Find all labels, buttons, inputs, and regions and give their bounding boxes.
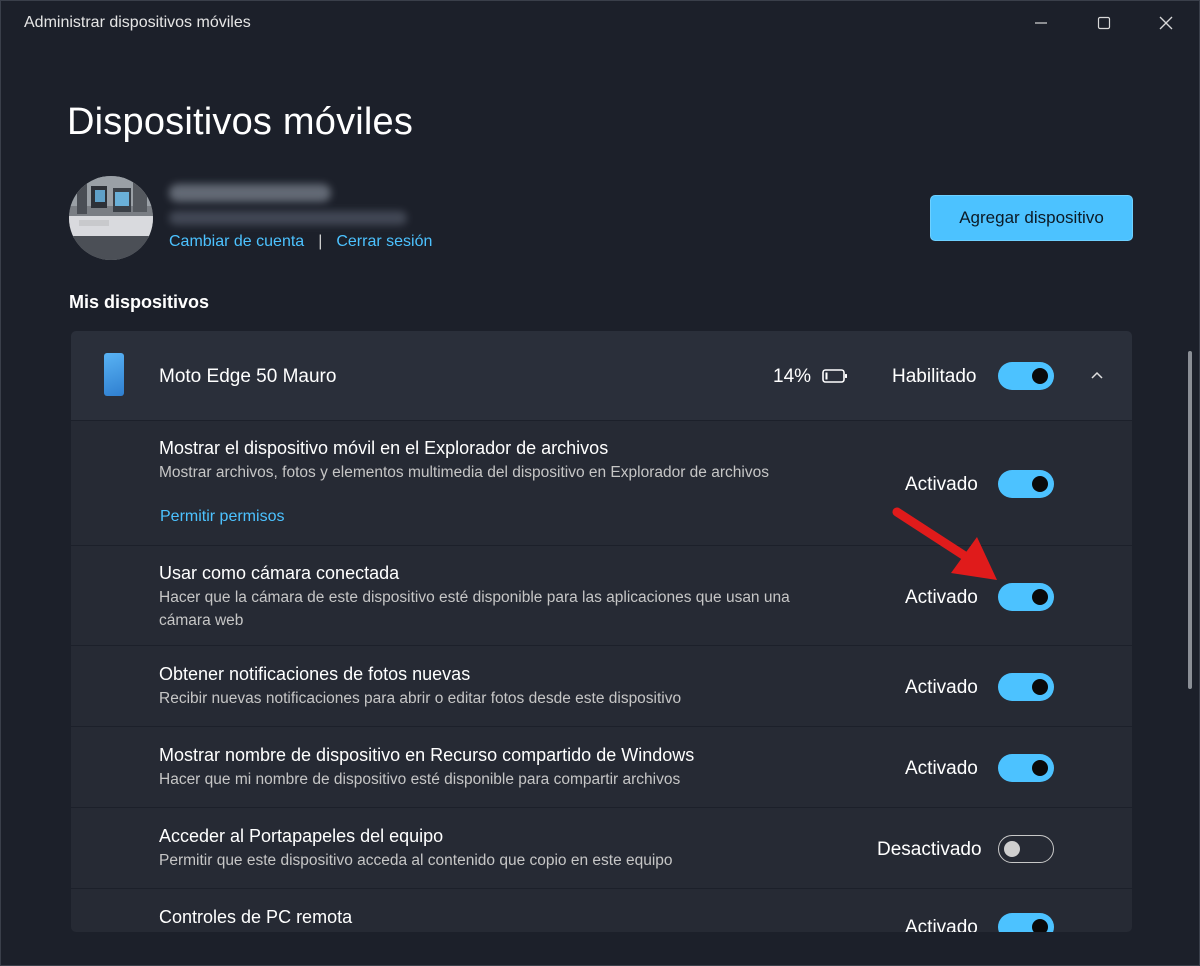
minimize-button[interactable] <box>1010 1 1072 45</box>
windows-share-toggle[interactable] <box>998 754 1054 782</box>
device-status-label: Habilitado <box>892 366 977 387</box>
setting-title: Usar como cámara conectada <box>159 563 400 583</box>
battery-icon <box>822 369 847 383</box>
setting-row-photo-notifications: Obtener notificaciones de fotos nuevas R… <box>71 646 1132 727</box>
setting-title: Mostrar nombre de dispositivo en Recurso… <box>159 745 695 765</box>
battery-percentage: 14% <box>773 366 812 387</box>
maximize-button[interactable] <box>1073 1 1135 45</box>
my-devices-heading: Mis dispositivos <box>69 292 210 312</box>
setting-title: Mostrar el dispositivo móvil en el Explo… <box>159 438 609 458</box>
close-button[interactable] <box>1135 1 1197 45</box>
setting-description: Permitir que este dispositivo acceda al … <box>159 852 673 869</box>
toggle-knob <box>1032 589 1048 605</box>
blurred-account-name <box>169 184 331 202</box>
setting-state-label: Desactivado <box>877 839 982 860</box>
minimize-icon <box>1035 22 1047 24</box>
connected-camera-toggle[interactable] <box>998 583 1054 611</box>
close-icon <box>1159 16 1173 30</box>
device-name: Moto Edge 50 Mauro <box>159 366 337 387</box>
blurred-account-email <box>169 211 407 225</box>
setting-state-label: Activado <box>905 758 978 779</box>
devices-panel: Moto Edge 50 Mauro 14% Habilitado Mostra… <box>71 331 1132 932</box>
toggle-knob <box>1004 841 1020 857</box>
app-window: Administrar dispositivos móviles Disposi… <box>0 0 1200 966</box>
title-bar: Administrar dispositivos móviles <box>1 1 1200 47</box>
change-account-link[interactable]: Cambiar de cuenta <box>169 233 304 251</box>
setting-title: Controles de PC remota <box>159 907 353 927</box>
file-explorer-toggle[interactable] <box>998 470 1054 498</box>
page-title: Dispositivos móviles <box>67 101 414 143</box>
toggle-knob <box>1032 476 1048 492</box>
setting-state-label: Activado <box>905 587 978 608</box>
remote-pc-toggle[interactable] <box>998 913 1054 932</box>
setting-description: Hacer que mi nombre de dispositivo esté … <box>159 771 681 788</box>
link-separator: | <box>318 233 323 250</box>
window-title: Administrar dispositivos móviles <box>24 14 251 31</box>
setting-state-label: Activado <box>905 677 978 698</box>
allow-permissions-link[interactable]: Permitir permisos <box>160 508 284 526</box>
toggle-knob <box>1032 679 1048 695</box>
setting-title: Obtener notificaciones de fotos nuevas <box>159 664 471 684</box>
photo-notifications-toggle[interactable] <box>998 673 1054 701</box>
setting-row-clipboard: Acceder al Portapapeles del equipo Permi… <box>71 808 1132 889</box>
setting-state-label: Activado <box>905 917 978 932</box>
add-device-button[interactable]: Agregar dispositivo <box>930 195 1133 241</box>
device-header-row[interactable]: Moto Edge 50 Mauro 14% Habilitado <box>71 331 1132 421</box>
setting-state-label: Activado <box>905 474 978 495</box>
phone-icon <box>104 353 124 396</box>
toggle-knob <box>1032 368 1048 384</box>
avatar <box>69 176 153 260</box>
setting-row-remote-pc: Controles de PC remota Activado <box>71 889 1132 932</box>
setting-description: Mostrar archivos, fotos y elementos mult… <box>159 464 769 481</box>
sign-out-link[interactable]: Cerrar sesión <box>336 233 432 251</box>
setting-description: Hacer que la cámara de este dispositivo … <box>159 589 790 629</box>
device-enabled-toggle[interactable] <box>998 362 1054 390</box>
chevron-up-icon[interactable] <box>1089 369 1105 383</box>
maximize-icon <box>1097 16 1111 30</box>
setting-description: Recibir nuevas notificaciones para abrir… <box>159 690 682 707</box>
clipboard-toggle[interactable] <box>998 835 1054 863</box>
setting-title: Acceder al Portapapeles del equipo <box>159 826 444 846</box>
setting-row-windows-share: Mostrar nombre de dispositivo en Recurso… <box>71 727 1132 808</box>
account-links: Cambiar de cuenta | Cerrar sesión <box>169 233 432 251</box>
toggle-knob <box>1032 919 1048 932</box>
scrollbar-thumb[interactable] <box>1188 351 1192 689</box>
red-arrow-icon <box>892 507 997 580</box>
toggle-knob <box>1032 760 1048 776</box>
